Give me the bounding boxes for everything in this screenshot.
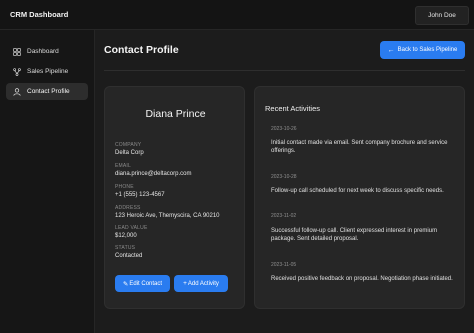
activity-date: 2023-10-26: [271, 126, 297, 132]
sidebar-item-dashboard[interactable]: Dashboard: [6, 43, 88, 60]
add-activity-label: Add Activity: [187, 280, 219, 287]
company-value: Delta Corp: [115, 150, 144, 156]
sidebar-item-label: Contact Profile: [27, 88, 70, 95]
address-label: ADDRESS: [115, 205, 141, 211]
activity-text: Received positive feedback on proposal. …: [271, 276, 453, 282]
app-title: CRM Dashboard: [10, 10, 69, 19]
user-icon: [13, 87, 21, 96]
sidebar-item-label: Dashboard: [27, 48, 59, 55]
header-divider: [104, 70, 465, 71]
phone-label: PHONE: [115, 184, 134, 190]
address-value: 123 Heroic Ave, Themyscira, CA 90210: [115, 213, 220, 219]
activity-date: 2023-11-02: [271, 213, 297, 219]
email-value: diana.prince@deltacorp.com: [115, 171, 192, 177]
user-menu[interactable]: John Doe: [415, 6, 469, 25]
top-bar: CRM Dashboard John Doe: [0, 0, 474, 30]
lead-value: $12,000: [115, 233, 137, 239]
recent-activities-title: Recent Activities: [265, 104, 321, 113]
activity-date: 2023-11-05: [271, 262, 297, 268]
email-label: EMAIL: [115, 163, 132, 169]
dashboard-icon: [13, 47, 21, 56]
lead-value-label: LEAD VALUE: [115, 225, 148, 231]
phone-value: +1 (555) 123-4567: [115, 192, 165, 198]
sidebar-item-sales-pipeline[interactable]: Sales Pipeline: [6, 63, 88, 80]
sidebar-item-label: Sales Pipeline: [27, 68, 69, 75]
plus-icon: +: [183, 280, 187, 287]
activity-date: 2023-10-28: [271, 174, 297, 180]
sidebar: Dashboard Sales Pipeline Contact Profile: [0, 30, 95, 333]
edit-contact-button[interactable]: ✎ Edit Contact: [115, 275, 170, 292]
activity-text: Follow-up call scheduled for next week t…: [271, 188, 444, 194]
activity-text: Successful follow-up call. Client expres…: [271, 228, 438, 242]
contact-profile-card: Diana Prince COMPANY Delta Corp EMAIL di…: [104, 86, 245, 309]
edit-contact-label: Edit Contact: [129, 280, 163, 287]
activity-text: Initial contact made via email. Sent com…: [271, 140, 448, 154]
back-button-label: Back to Sales Pipeline: [397, 47, 458, 53]
edit-icon: ✎: [122, 280, 129, 288]
sidebar-item-contact-profile[interactable]: Contact Profile: [6, 83, 88, 100]
add-activity-button[interactable]: + Add Activity: [174, 275, 228, 292]
pipeline-icon: [13, 67, 21, 76]
recent-activities-card: Recent Activities 2023-10-26 Initial con…: [254, 86, 465, 309]
contact-name: Diana Prince: [145, 108, 206, 120]
back-to-sales-pipeline-button[interactable]: ← Back to Sales Pipeline: [380, 41, 465, 59]
arrow-left-icon: ←: [387, 46, 395, 54]
company-label: COMPANY: [115, 142, 142, 148]
status-value: Contacted: [115, 253, 143, 259]
page-title: Contact Profile: [104, 44, 179, 56]
status-label: STATUS: [115, 245, 136, 251]
